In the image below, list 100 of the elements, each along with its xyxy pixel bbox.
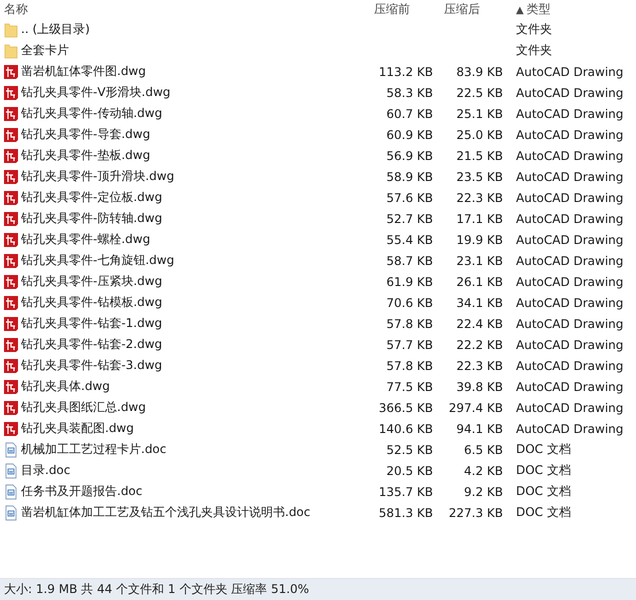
document-icon — [3, 484, 19, 500]
file-name[interactable]: 钻孔夹具零件-定位板.dwg — [21, 189, 162, 206]
file-type: DOC 文档 — [515, 441, 572, 458]
original-size: 61.9 KB — [385, 274, 434, 288]
drawing-file-icon — [3, 358, 19, 374]
file-type: AutoCAD Drawing — [515, 296, 624, 310]
file-type: AutoCAD Drawing — [515, 400, 624, 414]
file-name[interactable]: 凿岩机缸体零件图.dwg — [21, 63, 146, 80]
column-heading[interactable]: ▲ 类型 — [510, 1, 636, 18]
status-text: 大小: 1.9 MB 共 44 个文件和 1 个文件夹 压缩率 51.0% — [4, 581, 310, 598]
file-name[interactable]: 凿岩机缸体加工工艺及钻五个浅孔夹具设计说明书.doc — [21, 504, 310, 521]
file-type: AutoCAD Drawing — [515, 232, 624, 246]
drawing-file-icon — [3, 400, 19, 416]
compressed-size: 25.1 KB — [455, 106, 504, 120]
file-type: DOC 文档 — [515, 483, 572, 500]
compressed-size: 227.3 KB — [448, 506, 504, 520]
compressed-size: 25.0 KB — [455, 128, 504, 142]
original-size: 57.8 KB — [385, 316, 434, 330]
compressed-size: 39.8 KB — [455, 380, 504, 394]
drawing-file-icon — [3, 126, 19, 142]
original-size: 52.7 KB — [385, 212, 434, 226]
compressed-size: 22.5 KB — [455, 86, 504, 100]
file-name[interactable]: 钻孔夹具装配图.dwg — [21, 420, 134, 437]
compressed-size: 4.2 KB — [463, 464, 504, 478]
file-name[interactable]: 钻孔夹具零件-螺栓.dwg — [21, 231, 150, 248]
original-size: 20.5 KB — [385, 464, 434, 478]
file-name[interactable]: 钻孔夹具零件-V形滑块.dwg — [21, 84, 170, 101]
file-name[interactable]: .. (上级目录) — [21, 21, 90, 38]
compressed-size: 22.4 KB — [455, 316, 504, 330]
drawing-file-icon — [3, 64, 19, 80]
compressed-size: 297.4 KB — [448, 400, 504, 414]
file-name[interactable]: 钻孔夹具零件-七角旋钮.dwg — [21, 252, 174, 269]
compressed-size: 26.1 KB — [455, 274, 504, 288]
original-size: 58.7 KB — [385, 254, 434, 268]
original-size: 60.9 KB — [385, 128, 434, 142]
compressed-size: 22.2 KB — [455, 338, 504, 352]
file-type: DOC 文档 — [515, 462, 572, 479]
file-type: AutoCAD Drawing — [515, 316, 624, 330]
original-size: 77.5 KB — [385, 380, 434, 394]
original-size: 70.6 KB — [385, 296, 434, 310]
original-size: 57.8 KB — [385, 358, 434, 372]
original-size: 113.2 KB — [378, 64, 434, 78]
original-size: 366.5 KB — [378, 400, 434, 414]
drawing-file-icon — [3, 168, 19, 184]
column-heading[interactable]: 名称 — [0, 1, 370, 18]
original-size: 58.9 KB — [385, 170, 434, 184]
file-name[interactable]: 钻孔夹具零件-导套.dwg — [21, 126, 150, 143]
drawing-file-icon — [3, 420, 19, 436]
drawing-file-icon — [3, 336, 19, 352]
drawing-file-icon — [3, 84, 19, 100]
original-size: 140.6 KB — [378, 422, 434, 436]
file-name[interactable]: 钻孔夹具零件-传动轴.dwg — [21, 105, 162, 122]
original-size: 56.9 KB — [385, 148, 434, 162]
file-type: 文件夹 — [515, 42, 553, 59]
file-type: AutoCAD Drawing — [515, 148, 624, 162]
file-name[interactable]: 钻孔夹具零件-防转轴.dwg — [21, 210, 162, 227]
original-size: 135.7 KB — [378, 484, 434, 498]
compressed-size: 6.5 KB — [463, 442, 504, 456]
compressed-size: 94.1 KB — [455, 422, 504, 436]
compressed-size: 23.1 KB — [455, 254, 504, 268]
file-name[interactable]: 钻孔夹具零件-钻模板.dwg — [21, 294, 162, 311]
compressed-size: 22.3 KB — [455, 190, 504, 204]
file-type: AutoCAD Drawing — [515, 64, 624, 78]
file-type: DOC 文档 — [515, 504, 572, 521]
drawing-file-icon — [3, 274, 19, 290]
file-name[interactable]: 机械加工工艺过程卡片.doc — [21, 441, 166, 458]
column-heading[interactable]: 压缩前 — [370, 1, 440, 18]
document-icon — [3, 504, 19, 520]
drawing-file-icon — [3, 316, 19, 332]
file-type: AutoCAD Drawing — [515, 358, 624, 372]
file-name[interactable]: 钻孔夹具零件-钻套-2.dwg — [21, 336, 162, 353]
file-name[interactable]: 钻孔夹具图纸汇总.dwg — [21, 399, 146, 416]
drawing-file-icon — [3, 148, 19, 164]
original-size: 60.7 KB — [385, 106, 434, 120]
folder-icon — [3, 22, 19, 38]
file-name[interactable]: 目录.doc — [21, 462, 70, 479]
file-type: AutoCAD Drawing — [515, 190, 624, 204]
folder-icon — [3, 42, 19, 58]
column-heading[interactable]: 压缩后 — [440, 1, 510, 18]
file-type: AutoCAD Drawing — [515, 338, 624, 352]
drawing-file-icon — [3, 106, 19, 122]
file-name[interactable]: 全套卡片 — [21, 42, 69, 59]
drawing-file-icon — [3, 252, 19, 268]
compressed-size: 83.9 KB — [455, 64, 504, 78]
file-name[interactable]: 钻孔夹具零件-钻套-3.dwg — [21, 357, 162, 374]
file-name[interactable]: 钻孔夹具零件-钻套-1.dwg — [21, 315, 162, 332]
file-name[interactable]: 任务书及开题报告.doc — [21, 483, 142, 500]
document-icon — [3, 462, 19, 478]
compressed-size: 17.1 KB — [455, 212, 504, 226]
file-name[interactable]: 钻孔夹具零件-顶升滑块.dwg — [21, 168, 174, 185]
file-name[interactable]: 钻孔夹具零件-压紧块.dwg — [21, 273, 162, 290]
original-size: 58.3 KB — [385, 86, 434, 100]
compressed-size: 19.9 KB — [455, 232, 504, 246]
original-size: 52.5 KB — [385, 442, 434, 456]
original-size: 581.3 KB — [378, 506, 434, 520]
file-type: AutoCAD Drawing — [515, 422, 624, 436]
file-type: AutoCAD Drawing — [515, 274, 624, 288]
drawing-file-icon — [3, 190, 19, 206]
file-name[interactable]: 钻孔夹具零件-垫板.dwg — [21, 147, 150, 164]
file-name[interactable]: 钻孔夹具体.dwg — [21, 378, 110, 395]
